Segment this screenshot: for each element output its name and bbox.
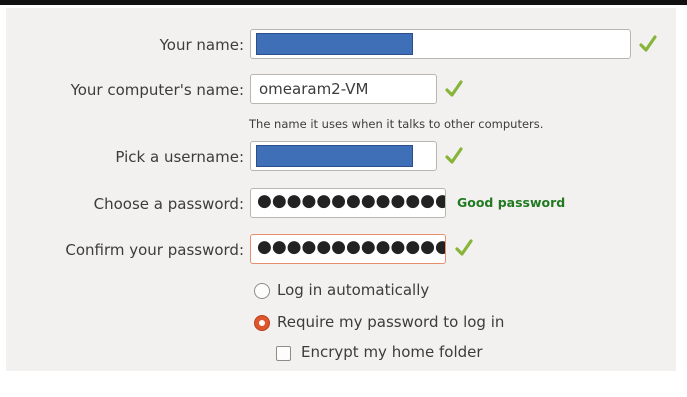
password-field[interactable]: ●●●●●●●●●●●●● (250, 188, 446, 218)
require-password-radio[interactable] (254, 315, 270, 331)
computer-name-value: omearam2-VM (259, 80, 369, 98)
confirm-password-field[interactable]: ●●●●●●●●●●●●● (250, 234, 446, 264)
auto-login-label[interactable]: Log in automatically (277, 281, 429, 299)
computer-name-label: Your computer's name: (70, 81, 244, 99)
check-mark-icon (455, 239, 473, 256)
computer-name-field[interactable]: omearam2-VM (250, 74, 437, 104)
require-password-label[interactable]: Require my password to log in (277, 313, 504, 331)
check-mark-icon (445, 147, 463, 164)
encrypt-home-checkbox[interactable] (276, 346, 291, 361)
password-strength-label: Good password (457, 195, 566, 210)
your-name-field[interactable] (250, 29, 631, 59)
password-label: Choose a password: (93, 195, 244, 213)
redacted-username-value (256, 145, 413, 167)
auto-login-radio[interactable] (254, 283, 270, 299)
username-label: Pick a username: (115, 148, 244, 166)
password-masked-value: ●●●●●●●●●●●●● (257, 191, 446, 211)
check-mark-icon (445, 80, 463, 97)
encrypt-home-label[interactable]: Encrypt my home folder (301, 343, 483, 361)
your-name-label: Your name: (159, 36, 244, 54)
redacted-name-value (256, 33, 413, 55)
check-mark-icon (639, 35, 657, 52)
confirm-password-label: Confirm your password: (65, 241, 244, 259)
installer-page: Your name: Your computer's name: omearam… (0, 0, 687, 397)
who-are-you-panel: Your name: Your computer's name: omearam… (6, 8, 676, 371)
confirm-password-masked-value: ●●●●●●●●●●●●● (257, 237, 446, 257)
top-border (0, 0, 687, 5)
username-field[interactable] (250, 141, 437, 171)
computer-name-hint: The name it uses when it talks to other … (249, 117, 544, 131)
